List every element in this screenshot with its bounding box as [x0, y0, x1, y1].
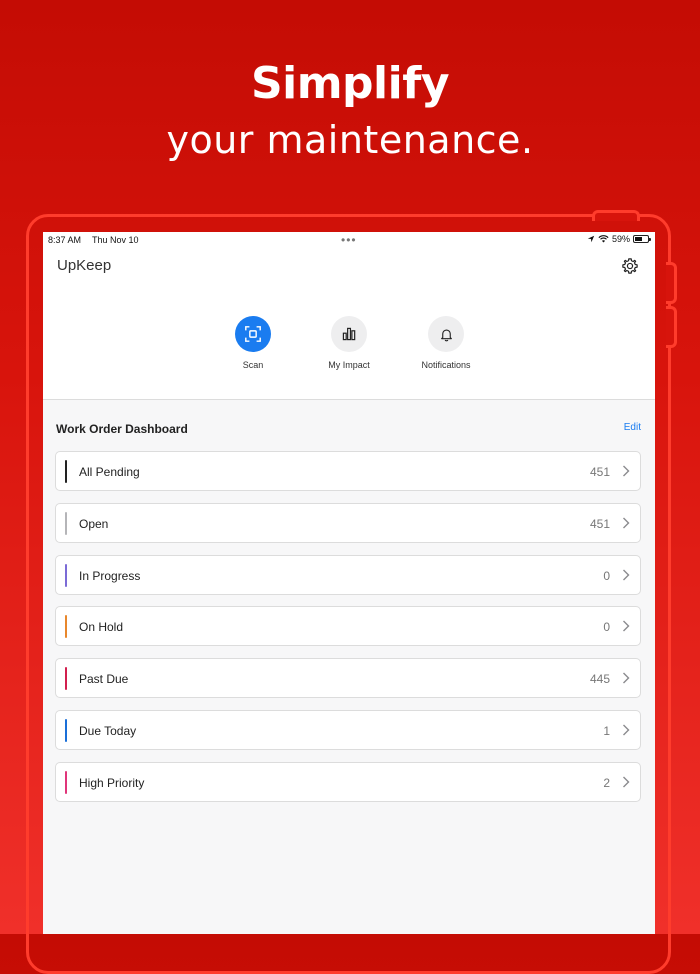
row-label: Past Due	[79, 672, 129, 687]
chevron-right-icon	[623, 620, 630, 632]
chevron-right-icon	[623, 569, 630, 581]
dashboard-row-on-hold[interactable]: On Hold 0	[55, 606, 641, 647]
multitask-dots-icon[interactable]: •••	[341, 233, 357, 247]
row-count: 2	[603, 775, 610, 790]
row-label: High Priority	[79, 775, 145, 790]
wifi-icon	[598, 235, 609, 243]
my-impact-button[interactable]: My Impact	[304, 316, 394, 370]
device-volume-up	[666, 262, 677, 304]
device-top-button	[592, 210, 640, 221]
promo-subline: your maintenance.	[166, 118, 534, 162]
status-color-bar	[65, 460, 67, 483]
status-color-bar	[65, 770, 67, 794]
notifications-label: Notifications	[421, 360, 471, 370]
row-count: 445	[589, 672, 610, 687]
status-color-bar	[65, 667, 67, 691]
location-arrow-icon	[587, 235, 595, 243]
notifications-button[interactable]: Notifications	[401, 316, 491, 370]
status-color-bar	[65, 719, 67, 742]
battery-icon	[633, 235, 651, 243]
work-order-dashboard: Work Order Dashboard Edit All Pending 451…	[43, 400, 655, 934]
gear-icon[interactable]	[621, 257, 639, 275]
row-count: 0	[603, 620, 610, 635]
status-color-bar	[65, 563, 67, 587]
row-count: 451	[589, 516, 610, 531]
chevron-right-icon	[623, 672, 630, 684]
chevron-right-icon	[623, 724, 630, 736]
dashboard-row-in-progress[interactable]: In Progress 0	[55, 554, 641, 595]
chevron-right-icon	[623, 776, 630, 788]
app-screen: 8:37 AM Thu Nov 10 ••• 59% UpKeep Scan M…	[43, 232, 655, 934]
row-count: 1	[603, 724, 610, 738]
dashboard-row-all-pending[interactable]: All Pending 451	[55, 451, 641, 491]
row-label: Due Today	[79, 724, 137, 738]
notifications-circle	[428, 316, 464, 352]
status-time: 8:37 AM	[48, 235, 82, 245]
status-bar: 8:37 AM Thu Nov 10 ••• 59%	[43, 232, 655, 250]
row-label: In Progress	[79, 568, 141, 583]
scan-label: Scan	[242, 360, 264, 370]
app-title: UpKeep	[57, 257, 112, 274]
bar-chart-icon	[342, 327, 356, 341]
dashboard-row-high-priority[interactable]: High Priority 2	[55, 761, 641, 802]
status-color-bar	[65, 511, 67, 535]
device-volume-down	[666, 306, 677, 348]
bell-icon	[440, 328, 452, 341]
scan-icon	[245, 326, 261, 342]
status-date: Thu Nov 10	[92, 235, 139, 245]
status-color-bar	[65, 615, 67, 639]
scan-circle	[235, 316, 271, 352]
row-label: On Hold	[79, 620, 124, 635]
row-count: 451	[589, 465, 610, 479]
chevron-right-icon	[623, 517, 630, 529]
battery-level	[635, 237, 643, 241]
row-count: 0	[603, 568, 610, 583]
dashboard-title: Work Order Dashboard	[56, 422, 188, 436]
chevron-right-icon	[623, 465, 630, 477]
dashboard-row-past-due[interactable]: Past Due 445	[55, 658, 641, 699]
battery-percent: 59%	[611, 234, 630, 244]
scan-button[interactable]: Scan	[208, 316, 298, 370]
edit-button[interactable]: Edit	[624, 422, 641, 433]
my-impact-label: My Impact	[328, 360, 370, 370]
promo-headline: Simplify	[250, 58, 450, 109]
row-label: All Pending	[79, 465, 140, 479]
dashboard-row-open[interactable]: Open 451	[55, 502, 641, 543]
my-impact-circle	[331, 316, 367, 352]
status-indicators: 59%	[587, 234, 651, 244]
row-label: Open	[79, 516, 109, 531]
dashboard-row-due-today[interactable]: Due Today 1	[55, 710, 641, 750]
